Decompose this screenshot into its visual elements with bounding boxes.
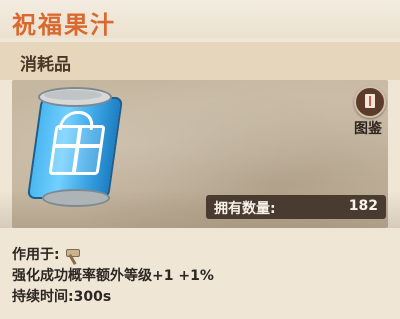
hammer-icon [64, 247, 82, 265]
item-title: 祝福果汁 [12, 11, 116, 39]
effect-text: 强化成功概率额外等级+1 +1% [12, 268, 214, 284]
item-description: 作用于: 强化成功概率额外等级+1 +1% 持续时间:300s [12, 245, 388, 308]
can-bottom [42, 189, 110, 207]
gift-box-icon [48, 125, 106, 175]
use-for-label: 作用于: [12, 247, 60, 263]
gift-ribbon-vertical [71, 128, 83, 172]
duration-text: 持续时间:300s [12, 289, 112, 305]
catalog-button[interactable]: 图鉴 [344, 82, 392, 138]
owned-count-value: 182 [348, 198, 378, 214]
catalog-label: 图鉴 [354, 121, 382, 137]
catalog-book-icon [354, 86, 386, 118]
gift-ribbon-horizontal [55, 144, 100, 148]
book-icon [365, 94, 375, 108]
blessing-juice-can-icon [26, 85, 124, 207]
item-category: 消耗品 [20, 55, 71, 75]
can-rim [44, 90, 102, 100]
use-for-line: 作用于: [12, 245, 388, 266]
owned-count-label: 拥有数量: [214, 201, 276, 217]
